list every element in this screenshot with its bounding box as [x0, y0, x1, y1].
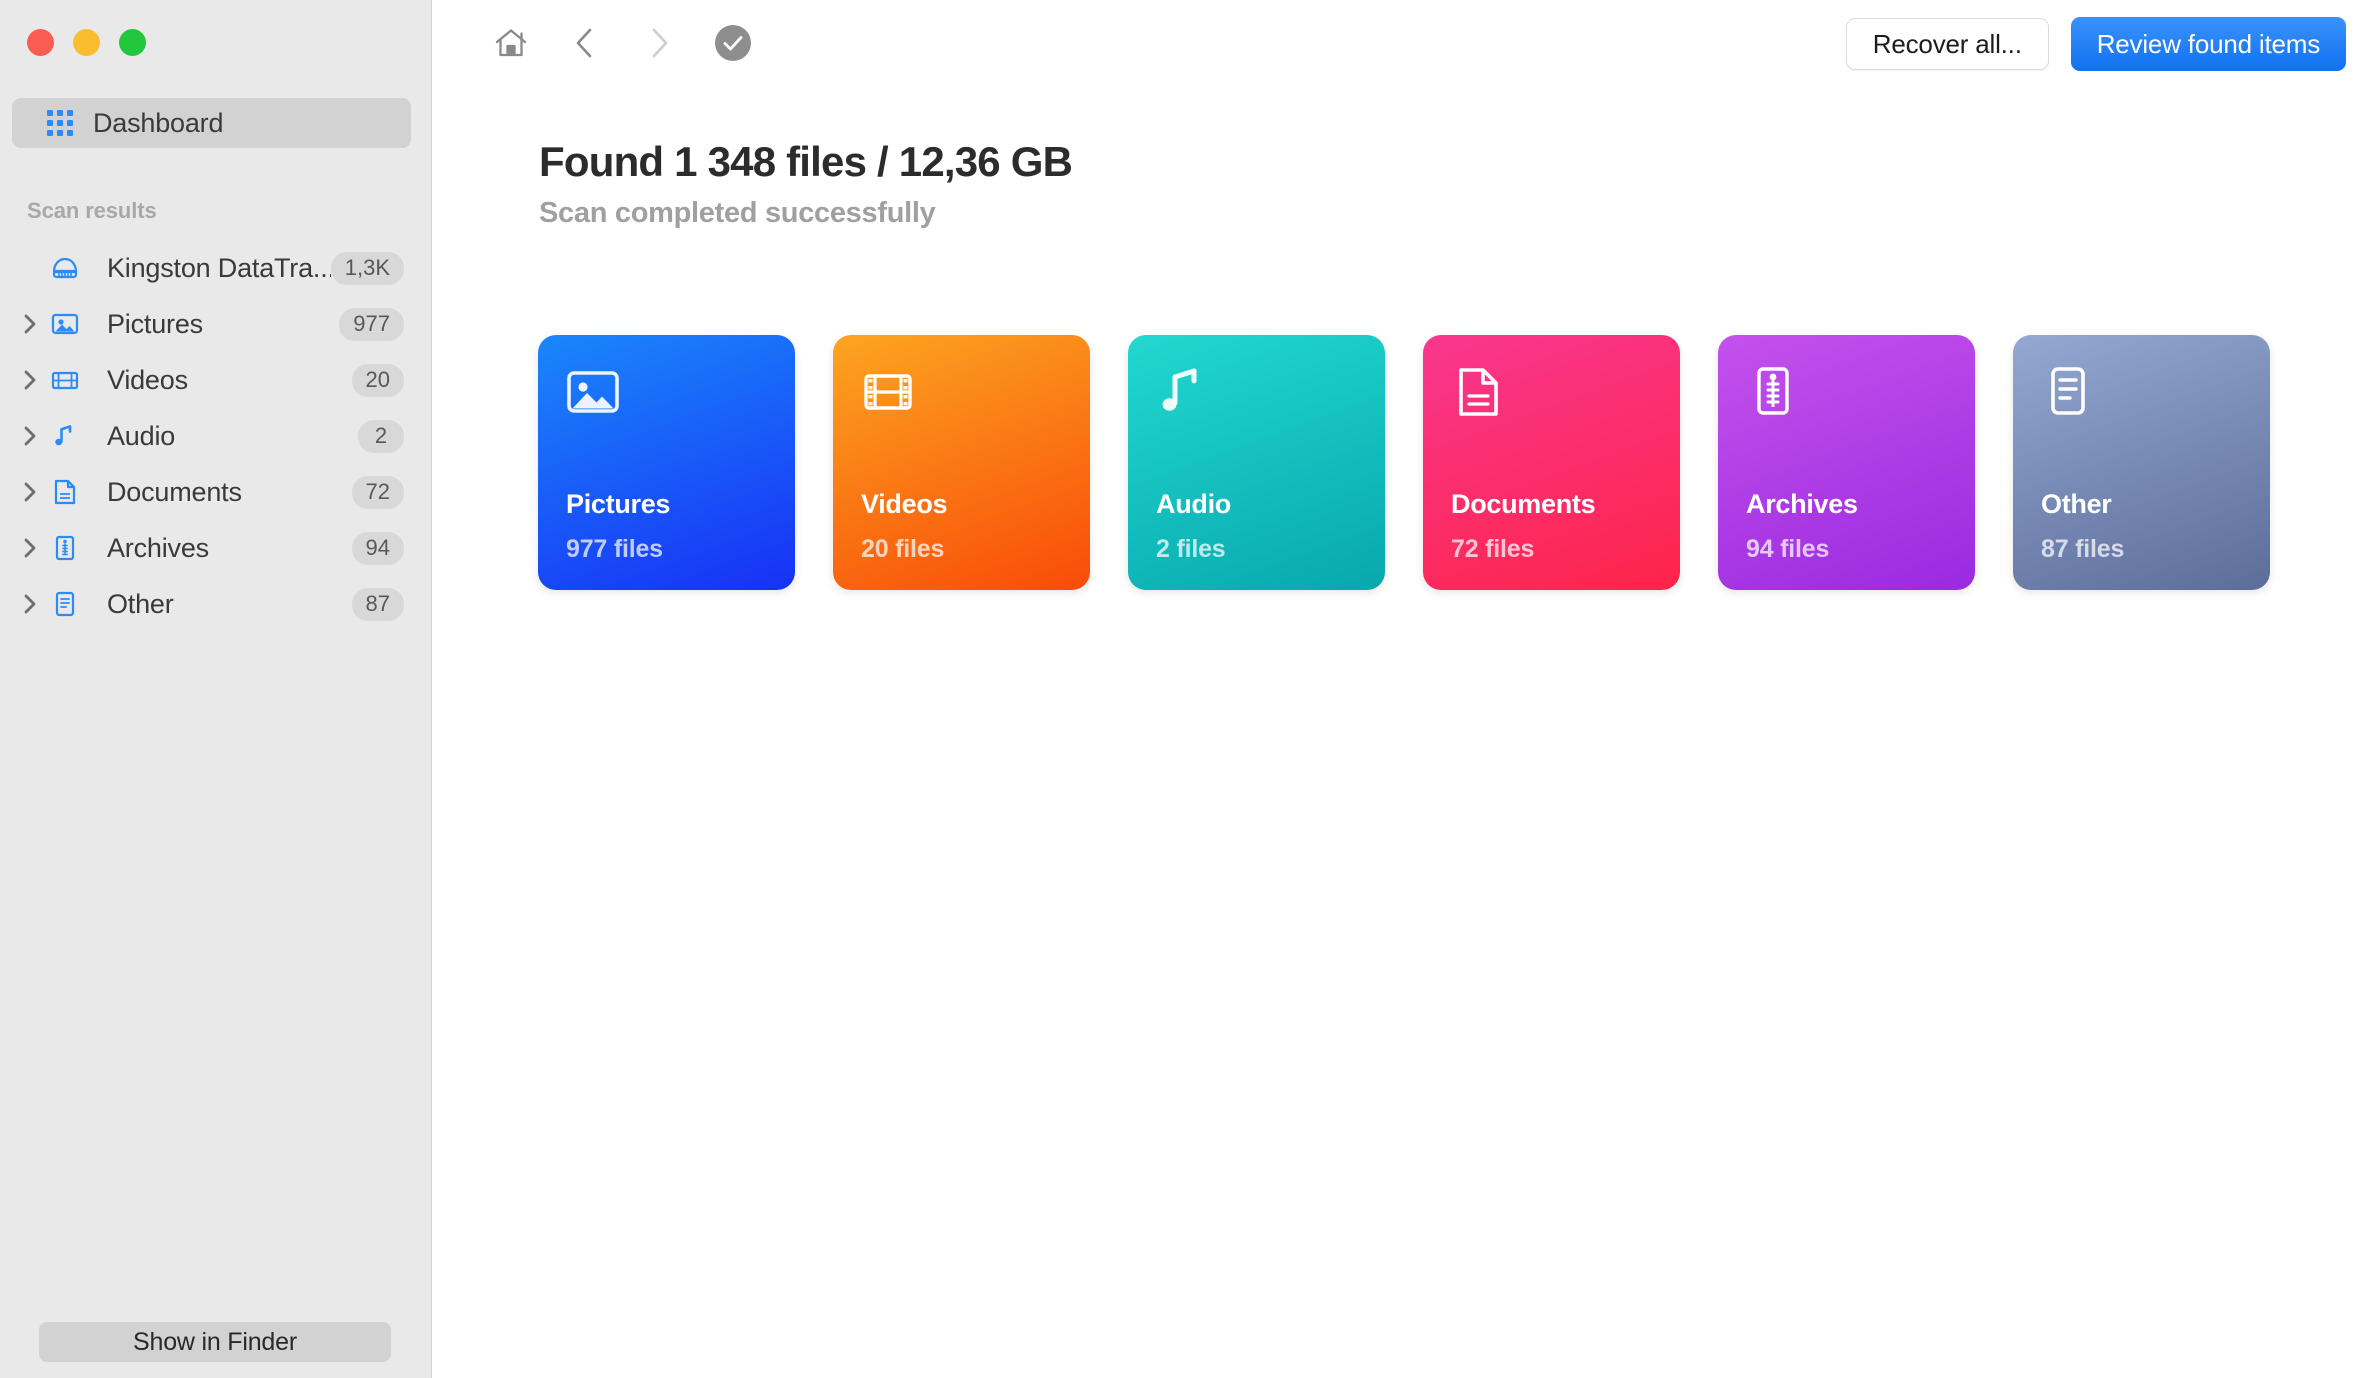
toolbar-nav-group — [474, 14, 770, 74]
chevron-right-icon — [647, 26, 671, 63]
category-card-title: Audio — [1156, 489, 1231, 519]
sidebar-item-audio[interactable]: Audio 2 — [0, 408, 432, 464]
sidebar-item-label: Audio — [107, 420, 176, 451]
sidebar-item-badge: 2 — [358, 419, 404, 453]
sidebar-nav-list: Kingston DataTra... 1,3K Pictures 977 Vi… — [0, 240, 432, 632]
film-icon — [50, 365, 92, 395]
sidebar-item-badge: 94 — [351, 531, 404, 565]
main-content: Recover all... Review found items Found … — [432, 0, 2374, 1378]
chevron-right-icon[interactable] — [14, 425, 46, 447]
chevron-right-icon[interactable] — [14, 313, 46, 335]
sidebar-section-title: Scan results — [27, 198, 157, 223]
category-card-documents[interactable]: Documents 72 files — [1423, 335, 1680, 590]
recover-all-button[interactable]: Recover all... — [1845, 18, 2049, 70]
sidebar-item-label: Documents — [107, 476, 242, 507]
category-card-grid: Pictures 977 files Videos 20 files Audio… — [538, 335, 2270, 590]
toolbar-action-group: Recover all... Review found items — [1845, 0, 2346, 88]
sidebar-item-dashboard[interactable]: Dashboard — [12, 98, 411, 148]
app-window: Dashboard Scan results Kingston DataTra.… — [0, 0, 2374, 1378]
category-card-pictures[interactable]: Pictures 977 files — [538, 335, 795, 590]
category-card-title: Pictures — [566, 489, 671, 519]
toolbar: Recover all... Review found items — [432, 0, 2374, 88]
chevron-right-icon[interactable] — [14, 537, 46, 559]
chevron-right-icon[interactable] — [14, 369, 46, 391]
sidebar-item-badge: 1,3K — [330, 251, 404, 285]
sidebar-item-badge: 87 — [351, 587, 404, 621]
category-card-archives[interactable]: Archives 94 files — [1718, 335, 1975, 590]
disk-icon — [50, 253, 92, 283]
category-card-subtitle: 94 files — [1746, 535, 1830, 563]
category-card-title: Documents — [1451, 489, 1596, 519]
check-circle-icon — [713, 23, 753, 66]
page-subtitle: Scan completed successfully — [539, 197, 936, 229]
sidebar-item-label: Pictures — [107, 308, 203, 339]
category-card-videos[interactable]: Videos 20 files — [833, 335, 1090, 590]
archive-icon — [1746, 365, 1800, 424]
chevron-right-icon[interactable] — [14, 593, 46, 615]
file-list-icon — [2041, 365, 2095, 424]
sidebar-item-pictures[interactable]: Pictures 977 — [0, 296, 432, 352]
grid-icon — [47, 110, 73, 136]
category-card-subtitle: 72 files — [1451, 535, 1535, 563]
sidebar-item-badge: 977 — [339, 307, 404, 341]
forward-button[interactable] — [622, 14, 696, 74]
traffic-lights — [27, 29, 146, 56]
scan-status-button[interactable] — [696, 14, 770, 74]
category-card-subtitle: 87 files — [2041, 535, 2125, 563]
category-card-title: Archives — [1746, 489, 1858, 519]
category-card-title: Other — [2041, 489, 2112, 519]
category-card-subtitle: 2 files — [1156, 535, 1226, 563]
review-found-items-button[interactable]: Review found items — [2070, 17, 2346, 71]
sidebar-item-dashboard-label: Dashboard — [93, 107, 224, 138]
file-list-icon — [50, 589, 92, 619]
sidebar-item-badge: 20 — [351, 363, 404, 397]
minimize-window-button[interactable] — [73, 29, 100, 56]
sidebar-item-label: Videos — [107, 364, 188, 395]
music-note-icon — [1156, 365, 1210, 424]
picture-icon — [566, 365, 620, 424]
maximize-window-button[interactable] — [119, 29, 146, 56]
document-icon — [50, 477, 92, 507]
sidebar-item-kingston-datatraveler[interactable]: Kingston DataTra... 1,3K — [0, 240, 432, 296]
music-note-icon — [50, 421, 92, 451]
home-button[interactable] — [474, 14, 548, 74]
category-card-audio[interactable]: Audio 2 files — [1128, 335, 1385, 590]
picture-icon — [50, 309, 92, 339]
sidebar: Dashboard Scan results Kingston DataTra.… — [0, 0, 432, 1378]
sidebar-item-archives[interactable]: Archives 94 — [0, 520, 432, 576]
sidebar-item-other[interactable]: Other 87 — [0, 576, 432, 632]
sidebar-item-documents[interactable]: Documents 72 — [0, 464, 432, 520]
category-card-other[interactable]: Other 87 files — [2013, 335, 2270, 590]
archive-icon — [50, 533, 92, 563]
chevron-left-icon — [573, 26, 597, 63]
show-in-finder-button[interactable]: Show in Finder — [39, 1322, 391, 1362]
chevron-right-icon[interactable] — [14, 481, 46, 503]
sidebar-item-label: Archives — [107, 532, 209, 563]
sidebar-item-label: Kingston DataTra... — [107, 252, 331, 283]
category-card-subtitle: 20 files — [861, 535, 945, 563]
sidebar-item-videos[interactable]: Videos 20 — [0, 352, 432, 408]
category-card-title: Videos — [861, 489, 948, 519]
document-icon — [1451, 365, 1505, 424]
back-button[interactable] — [548, 14, 622, 74]
category-card-subtitle: 977 files — [566, 535, 663, 563]
home-icon — [494, 27, 528, 62]
sidebar-item-label: Other — [107, 588, 174, 619]
page-title: Found 1 348 files / 12,36 GB — [539, 138, 1073, 185]
close-window-button[interactable] — [27, 29, 54, 56]
sidebar-item-badge: 72 — [351, 475, 404, 509]
film-icon — [861, 365, 915, 424]
